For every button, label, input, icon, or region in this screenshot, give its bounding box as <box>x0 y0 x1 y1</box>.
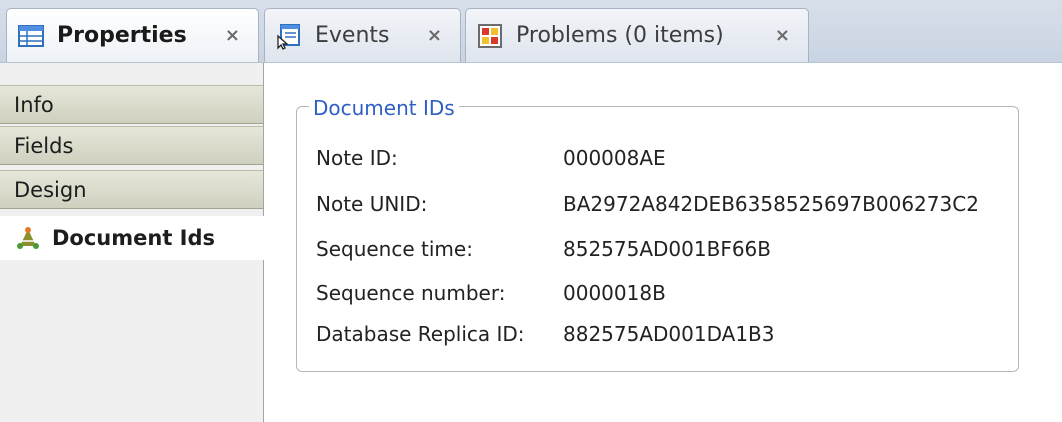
events-pointer-icon <box>277 23 300 50</box>
note-id-value: 000008AE <box>563 146 666 170</box>
note-unid-label: Note UNID: <box>316 192 428 216</box>
sequence-time-value: 852575AD001BF66B <box>563 237 771 261</box>
sidebar-item-label: Document Ids <box>52 226 216 250</box>
sequence-time-label: Sequence time: <box>316 237 473 261</box>
tab-properties-close-button[interactable]: × <box>225 25 240 46</box>
tab-events-close-button[interactable]: × <box>427 25 442 46</box>
database-replica-id-value: 882575AD001DA1B3 <box>563 322 775 346</box>
tab-problems-close-button[interactable]: × <box>775 25 790 46</box>
tab-problems-label: Problems (0 items) <box>516 23 724 48</box>
database-replica-id-label: Database Replica ID: <box>316 322 525 346</box>
note-id-label: Note ID: <box>316 146 398 170</box>
properties-table-icon <box>18 24 44 47</box>
note-unid-value: BA2972A842DEB6358525697B006273C2 <box>563 192 979 216</box>
tab-properties-label: Properties <box>57 23 187 48</box>
sidebar-item-label: Info <box>14 92 54 117</box>
sidebar-item-document-ids[interactable]: Document Ids <box>0 216 264 260</box>
tab-problems[interactable]: Problems (0 items) × <box>465 8 809 62</box>
sidebar-item-fields[interactable]: Fields <box>0 126 263 165</box>
sidebar-item-label: Fields <box>14 133 74 158</box>
group-title: Document IDs <box>309 96 459 120</box>
sequence-number-label: Sequence number: <box>316 281 506 305</box>
tab-properties[interactable]: Properties × <box>6 8 259 62</box>
tab-events[interactable]: Events × <box>264 8 461 62</box>
sequence-number-value: 0000018B <box>563 281 666 305</box>
sidebar-item-label: Design <box>14 177 87 202</box>
sidebar-item-info[interactable]: Info <box>0 85 263 124</box>
sidebar-item-design[interactable]: Design <box>0 170 263 209</box>
problems-icon <box>478 23 502 48</box>
document-ids-icon <box>17 227 39 249</box>
tab-events-label: Events <box>315 23 390 48</box>
